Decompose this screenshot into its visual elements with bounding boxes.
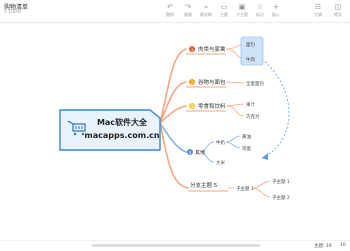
format-panel-icon: ◫ (334, 3, 342, 11)
svg-text:4: 4 (189, 150, 192, 155)
central-topic[interactable]: Mac软件大全 macapps.com.cn (59, 109, 161, 151)
subtopic-3-1[interactable]: 果汁 (246, 101, 255, 108)
sub-connectors (200, 43, 271, 198)
subtopic-5-1-1[interactable]: 子主题 1 (272, 178, 290, 185)
subtopic-1-2[interactable]: 牛肉 (246, 56, 255, 63)
subtopic-4-3[interactable]: 鸡蛋 (242, 145, 251, 152)
branch-topic-5[interactable]: 分支主题 5 (188, 181, 228, 192)
relationship-arrowhead (262, 153, 268, 160)
relationship-line[interactable] (261, 58, 290, 159)
svg-text:2: 2 (191, 80, 194, 85)
subtopic-5-1[interactable]: 子主题 1 (236, 185, 254, 192)
redo-button[interactable]: ↷ 重做 (178, 3, 198, 18)
branch-label-4: 其他 (195, 149, 205, 156)
format-panel-button[interactable]: ◫ 格式 (328, 3, 348, 18)
subtopic-button[interactable]: ▣ 子主题 (232, 3, 252, 18)
topic-button[interactable]: ▭ 主题 (214, 3, 234, 18)
undo-button[interactable]: ↶ 撤销 (160, 3, 180, 18)
connector-branch-4 (159, 122, 187, 153)
svg-text:1: 1 (191, 47, 194, 52)
document-zoom: 1 100% (4, 10, 22, 15)
branch-label-5: 分支主题 5 (190, 181, 218, 189)
subtopic-1-1[interactable]: 面包 (246, 41, 255, 48)
subtopic-4-1[interactable]: 牛奶 (216, 139, 225, 146)
format-painter-button[interactable]: ⌁ 格式刷 (196, 3, 216, 18)
redo-icon: ↷ (185, 3, 191, 11)
branch-connectors (159, 48, 189, 189)
subtopic-icon: ▣ (238, 3, 246, 11)
format-painter-icon: ⌁ (203, 3, 209, 11)
subtopic-3-2[interactable]: 巧克力 (246, 113, 260, 120)
insert-icon: + (273, 3, 279, 11)
undo-icon: ↶ (167, 3, 173, 11)
subtopic-4-2[interactable]: 黄油 (242, 133, 251, 140)
central-subtitle: macapps.com.cn (84, 131, 159, 140)
subtopic-2-1[interactable]: 全麦面包 (246, 80, 264, 87)
status-bar: 主题: 19 10 (0, 240, 350, 251)
mindmap-svg: Mac软件大全 macapps.com.cn 1 肉类与家禽 面包 牛肉 2 谷… (59, 36, 290, 201)
branch-topic-1[interactable]: 1 肉类与家禽 (186, 45, 226, 55)
topic-icon: ▭ (220, 3, 228, 11)
subtopic-5-1-2[interactable]: 子主题 2 (272, 194, 290, 201)
topic-count: 主题: 19 (314, 244, 332, 249)
zoom-level[interactable]: 10 (340, 243, 346, 248)
outline-icon: ☷ (314, 3, 322, 11)
branch-topic-4[interactable]: 4 其他 (187, 149, 205, 156)
branch-topic-3[interactable]: 3 零食和饮料 (186, 102, 226, 112)
branch-topic-2[interactable]: 2 谷物与面包 (186, 78, 226, 88)
branch-label-3: 零食和饮料 (198, 102, 226, 110)
branch-label-1: 肉类与家禽 (198, 45, 226, 53)
connector-branch-5 (159, 122, 189, 189)
outline-button[interactable]: ☷ 大纲 (308, 3, 328, 18)
toolbar: 购物清单 1 100% ↶ 撤销 ↷ 重做 ⌁ 格式刷 ▭ 主题 ▣ 子主题 ☆… (0, 0, 350, 23)
branch-label-2: 谷物与面包 (198, 78, 226, 86)
central-title: Mac软件大全 (97, 117, 148, 127)
svg-text:3: 3 (191, 104, 194, 109)
subtopic-4-4[interactable]: 大米 (216, 159, 225, 166)
mindmap-canvas[interactable]: Mac软件大全 macapps.com.cn 1 肉类与家禽 面包 牛肉 2 谷… (0, 22, 350, 240)
horizontal-scrollbar[interactable] (92, 244, 260, 247)
insert-button[interactable]: + 插入 (266, 3, 286, 18)
